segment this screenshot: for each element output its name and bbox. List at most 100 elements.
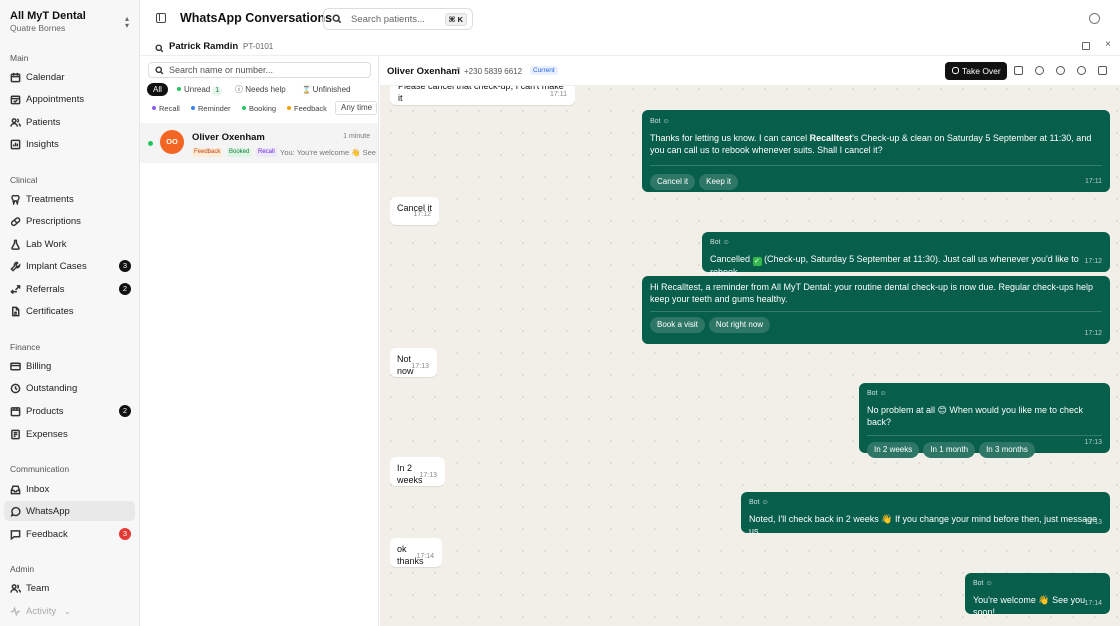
section-main: Main <box>10 53 29 63</box>
message-outgoing: Bot ☺ Noted, I'll check back in 2 weeks … <box>741 492 1110 536</box>
quick-reply-in-2-weeks[interactable]: In 2 weeks <box>867 442 920 458</box>
clock-icon <box>10 383 21 393</box>
quick-replies: Book a visit Not right now <box>650 311 1102 333</box>
sidebar-item-outstanding[interactable]: Outstanding <box>4 378 135 398</box>
message-outgoing: Bot ☺ Cancelled ✓ (Check-up, Saturday 5 … <box>702 232 1110 277</box>
conversation-search-input[interactable] <box>169 65 359 75</box>
sidebar-item-lab-work[interactable]: Lab Work <box>4 234 135 254</box>
sidebar-item-billing[interactable]: Billing <box>4 356 135 376</box>
amber-dot-icon <box>287 106 291 110</box>
sidebar-item-insights[interactable]: Insights <box>4 134 135 154</box>
bot-icon: ☺ <box>879 390 887 397</box>
sidebar-item-prescriptions[interactable]: Prescriptions <box>4 211 135 231</box>
bot-icon: ☺ <box>761 499 769 506</box>
quick-reply-book-a-visit[interactable]: Book a visit <box>650 317 705 333</box>
filter-unread[interactable]: Unread 1 <box>177 83 223 96</box>
conversation-item[interactable]: OO Oliver Oxenham 1 minute Feedback Book… <box>140 123 378 163</box>
sidebar-item-team[interactable]: Team <box>4 578 135 598</box>
quick-reply-in-1-month[interactable]: In 1 month <box>923 442 976 458</box>
palette-icon[interactable] <box>1089 13 1100 24</box>
filter-needs-help[interactable]: ⓘ Needs help <box>235 83 286 96</box>
patient-name[interactable]: Patrick Ramdin <box>169 41 238 52</box>
external-arrow-icon[interactable]: ↗ <box>454 65 461 74</box>
tag-feedback[interactable]: Feedback <box>287 104 327 113</box>
global-search[interactable]: ⌘ K <box>323 8 473 30</box>
sidebar-item-activity[interactable]: Activity ⌄ <box>4 601 135 621</box>
message-text: You're welcome 👋 See you soon! <box>973 595 1086 617</box>
sidebar-item-implant-cases[interactable]: Implant Cases 3 <box>4 256 135 276</box>
block-icon[interactable] <box>1077 66 1086 75</box>
message-outgoing: Hi Recalltest, a reminder from All MyT D… <box>642 276 1110 344</box>
sidebar-item-products[interactable]: Products 2 <box>4 401 135 421</box>
sidebar-item-calendar[interactable]: Calendar <box>4 67 135 87</box>
tag-badge-booked: Booked <box>227 148 252 157</box>
hourglass-icon: ⌛ <box>302 87 313 94</box>
conversation-preview: You: You're welcome 👋 See you soon! <box>280 148 376 157</box>
search-icon <box>332 14 342 24</box>
bot-icon: ☺ <box>985 580 993 587</box>
sidebar-item-feedback[interactable]: Feedback 3 <box>4 524 135 544</box>
blue-dot-icon <box>191 106 195 110</box>
chat-contact-name[interactable]: Oliver Oxenham <box>387 66 460 77</box>
share-icon <box>10 284 21 294</box>
close-icon[interactable]: × <box>1105 39 1111 50</box>
sidebar-item-label: Prescriptions <box>26 215 81 227</box>
sidebar-item-referrals[interactable]: Referrals 2 <box>4 279 135 299</box>
bot-icon: ☺ <box>662 118 670 125</box>
mail-icon[interactable] <box>1014 66 1023 75</box>
count-badge: 3 <box>119 528 131 540</box>
patient-search-input[interactable] <box>351 13 447 25</box>
sidebar-item-label: Patients <box>26 116 61 128</box>
quick-reply-keep-it[interactable]: Keep it <box>699 174 739 190</box>
app-root: All MyT Dental Quatre Bornes ▴ ▾ Main Cal… <box>0 0 1120 626</box>
sidebar-item-expenses[interactable]: Expenses <box>4 424 135 444</box>
patient-id: PT-0101 <box>243 42 274 51</box>
sidebar-item-label: WhatsApp <box>26 505 70 517</box>
sidebar-item-appointments[interactable]: Appointments <box>4 89 135 109</box>
sidebar-item-certificates[interactable]: Certificates <box>4 301 135 321</box>
quick-reply-in-3-months[interactable]: In 3 months <box>979 442 1035 458</box>
external-link-icon[interactable] <box>1082 42 1090 50</box>
sidebar-toggle-icon[interactable] <box>156 13 166 23</box>
message-incoming: Not now 17:13 <box>390 348 437 377</box>
message-text: Hi Recalltest, a reminder from All MyT D… <box>650 282 1094 304</box>
sidebar-item-whatsapp[interactable]: WhatsApp <box>4 501 135 521</box>
sidebar-item-label: Feedback <box>26 528 68 540</box>
message-text: Thanks for letting us know. I can cancel… <box>650 133 1092 155</box>
sidebar-item-patients[interactable]: Patients <box>4 112 135 132</box>
message-text: No problem at all 😊 When would you like … <box>867 405 1083 427</box>
tag-recall[interactable]: Recall <box>152 104 180 113</box>
take-over-button[interactable]: Take Over <box>945 62 1007 80</box>
sidebar-item-label: Treatments <box>26 193 74 205</box>
pill-icon <box>10 216 21 226</box>
filter-label: Needs help <box>245 85 286 94</box>
tag-booking[interactable]: Booking <box>242 104 276 113</box>
tag-label: Booking <box>249 104 277 113</box>
org-switcher[interactable]: All MyT Dental Quatre Bornes ▴ ▾ <box>10 10 132 36</box>
section-communication: Communication <box>10 464 70 474</box>
help-circle-icon: ⓘ <box>235 85 246 94</box>
message-time: 17:13 <box>1084 519 1102 526</box>
sidebar-item-inbox[interactable]: Inbox <box>4 479 135 499</box>
tag-reminder[interactable]: Reminder <box>191 104 231 113</box>
sidebar: All MyT Dental Quatre Bornes ▴ ▾ Main Cal… <box>0 0 140 626</box>
bot-icon: ☺ <box>722 239 730 246</box>
trash-icon[interactable] <box>1098 66 1107 75</box>
conversation-search[interactable] <box>148 62 371 78</box>
org-location: Quatre Bornes <box>10 23 66 33</box>
wrench-icon <box>10 261 21 272</box>
sidebar-item-label: Calendar <box>26 71 65 83</box>
message-time: 17:12 <box>1084 330 1102 337</box>
bell-off-icon[interactable] <box>1035 66 1044 75</box>
bot-label: Bot ☺ <box>749 499 769 506</box>
quick-reply-not-right-now[interactable]: Not right now <box>708 317 771 333</box>
quick-reply-cancel-it[interactable]: Cancel it <box>650 174 696 190</box>
time-filter-select[interactable]: Any time <box>335 101 377 115</box>
bot-label: Bot ☺ <box>710 239 730 246</box>
filter-unfinished[interactable]: ⌛ Unfinished <box>302 83 350 96</box>
refresh-icon[interactable] <box>1056 66 1065 75</box>
filter-all[interactable]: All <box>147 83 168 96</box>
activity-icon <box>10 605 21 617</box>
sidebar-item-treatments[interactable]: Treatments <box>4 189 135 209</box>
tag-label: Feedback <box>294 104 327 113</box>
